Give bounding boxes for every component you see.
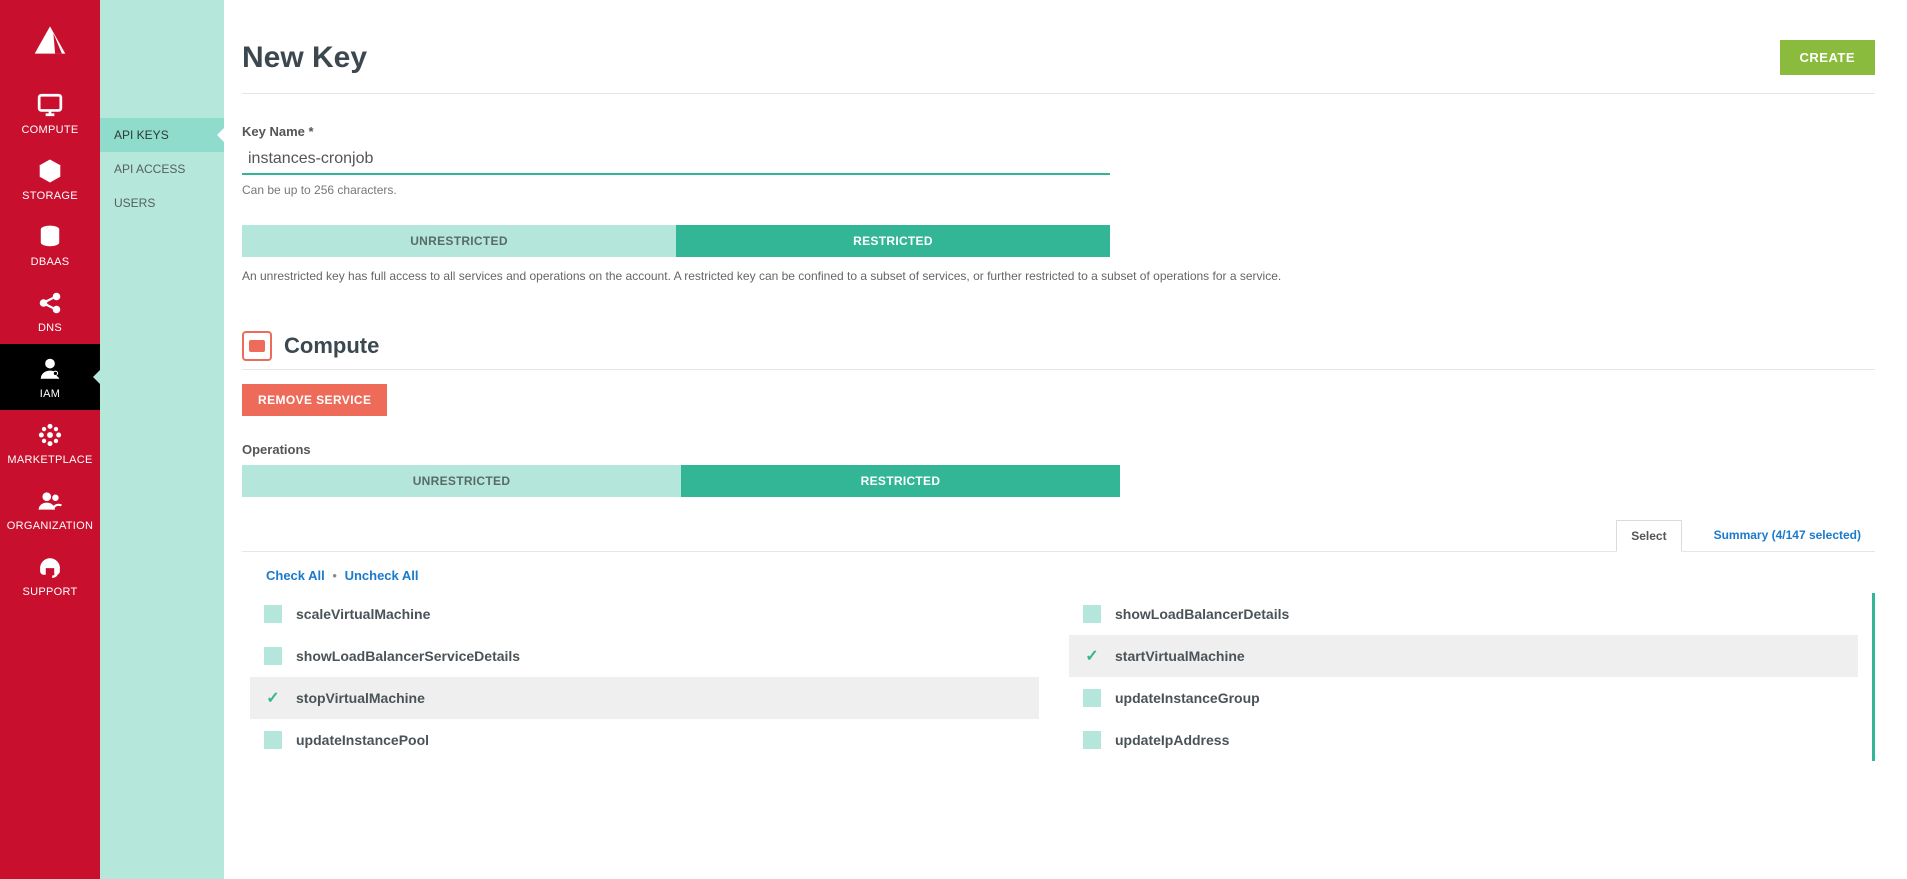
nav-support[interactable]: SUPPORT [0,542,100,608]
checkmark-icon: ✓ [264,689,282,707]
tab-select[interactable]: Select [1616,520,1681,552]
checkbox-icon [264,605,282,623]
service-header: Compute [242,331,1875,370]
operation-label: updateIpAddress [1115,732,1229,748]
checkbox-icon [1083,605,1101,623]
operation-label: startVirtualMachine [1115,648,1245,664]
compute-service-icon [242,331,272,361]
share-nodes-icon [35,288,65,318]
check-all-link[interactable]: Check All [266,568,325,583]
operation-label: showLoadBalancerServiceDetails [296,648,520,664]
nav-label: DBAAS [31,256,70,268]
operation-updateIpAddress[interactable]: updateIpAddress [1069,719,1858,761]
remove-service-button[interactable]: REMOVE SERVICE [242,384,387,416]
operation-updateInstancePool[interactable]: updateInstancePool [250,719,1039,761]
nav-dbaas[interactable]: DBAAS [0,212,100,278]
nav-label: COMPUTE [21,124,78,136]
nav-dns[interactable]: DNS [0,278,100,344]
subnav-api-keys[interactable]: API KEYS [100,118,224,152]
checkbox-icon [264,731,282,749]
primary-nav-rail: COMPUTE STORAGE DBAAS DNS IAM [0,0,100,879]
logo-triangle-icon [33,23,67,57]
main-content: New Key CREATE Key Name * Can be up to 2… [224,0,1907,879]
create-button[interactable]: CREATE [1780,40,1875,75]
nav-marketplace[interactable]: MARKETPLACE [0,410,100,476]
title-bar: New Key CREATE [242,40,1875,94]
nav-label: SUPPORT [22,586,77,598]
operation-label: showLoadBalancerDetails [1115,606,1289,622]
headset-icon [35,552,65,582]
operations-tabs: Select Summary (4/147 selected) [242,519,1875,552]
nav-label: MARKETPLACE [7,454,92,466]
operation-stopVirtualMachine[interactable]: ✓ stopVirtualMachine [250,677,1039,719]
nav-label: ORGANIZATION [7,520,94,532]
brand-logo [0,0,100,80]
operation-scaleVirtualMachine[interactable]: scaleVirtualMachine [250,593,1039,635]
checkbox-icon [1083,689,1101,707]
nav-label: DNS [38,322,62,334]
operations-restricted[interactable]: RESTRICTED [681,465,1120,497]
key-name-hint: Can be up to 256 characters. [242,183,1110,197]
nav-label: STORAGE [22,190,78,202]
subnav-api-access[interactable]: API ACCESS [100,152,224,186]
monitor-icon [35,90,65,120]
nav-label: IAM [40,388,60,400]
nav-iam[interactable]: IAM [0,344,100,410]
bulk-actions: Check All • Uncheck All [266,568,1875,583]
nav-compute[interactable]: COMPUTE [0,80,100,146]
service-title: Compute [284,333,379,359]
operation-label: stopVirtualMachine [296,690,425,706]
operations-unrestricted[interactable]: UNRESTRICTED [242,465,681,497]
operation-showLoadBalancerDetails[interactable]: showLoadBalancerDetails [1069,593,1858,635]
operation-startVirtualMachine[interactable]: ✓ startVirtualMachine [1069,635,1858,677]
checkbox-icon [264,647,282,665]
key-restriction-toggle: UNRESTRICTED RESTRICTED [242,225,1110,257]
nav-storage[interactable]: STORAGE [0,146,100,212]
tab-summary[interactable]: Summary (4/147 selected) [1700,520,1875,550]
operation-updateInstanceGroup[interactable]: updateInstanceGroup [1069,677,1858,719]
bullet-separator: • [332,568,337,583]
operations-heading: Operations [242,442,1875,457]
key-name-input[interactable] [242,145,1110,175]
user-key-icon [35,354,65,384]
users-icon [35,486,65,516]
key-name-field: Key Name * Can be up to 256 characters. [242,124,1110,197]
page-title: New Key [242,41,367,75]
operation-showLoadBalancerServiceDetails[interactable]: showLoadBalancerServiceDetails [250,635,1039,677]
dots-circle-icon [35,420,65,450]
service-compute: Compute REMOVE SERVICE Operations UNREST… [242,331,1875,761]
checkmark-icon: ✓ [1083,647,1101,665]
operation-label: updateInstancePool [296,732,429,748]
nav-organization[interactable]: ORGANIZATION [0,476,100,542]
operation-label: updateInstanceGroup [1115,690,1260,706]
key-restriction-unrestricted[interactable]: UNRESTRICTED [242,225,676,257]
operation-label: scaleVirtualMachine [296,606,430,622]
checkbox-icon [1083,731,1101,749]
operations-restriction-toggle: UNRESTRICTED RESTRICTED [242,465,1120,497]
key-restriction-restricted[interactable]: RESTRICTED [676,225,1110,257]
uncheck-all-link[interactable]: Uncheck All [345,568,419,583]
restriction-description: An unrestricted key has full access to a… [242,269,1342,283]
database-icon [35,222,65,252]
key-name-label: Key Name * [242,124,1110,139]
secondary-nav: API KEYS API ACCESS USERS [100,0,224,879]
operations-grid: scaleVirtualMachine showLoadBalancerDetai… [242,593,1866,761]
cube-icon [35,156,65,186]
subnav-users[interactable]: USERS [100,186,224,220]
